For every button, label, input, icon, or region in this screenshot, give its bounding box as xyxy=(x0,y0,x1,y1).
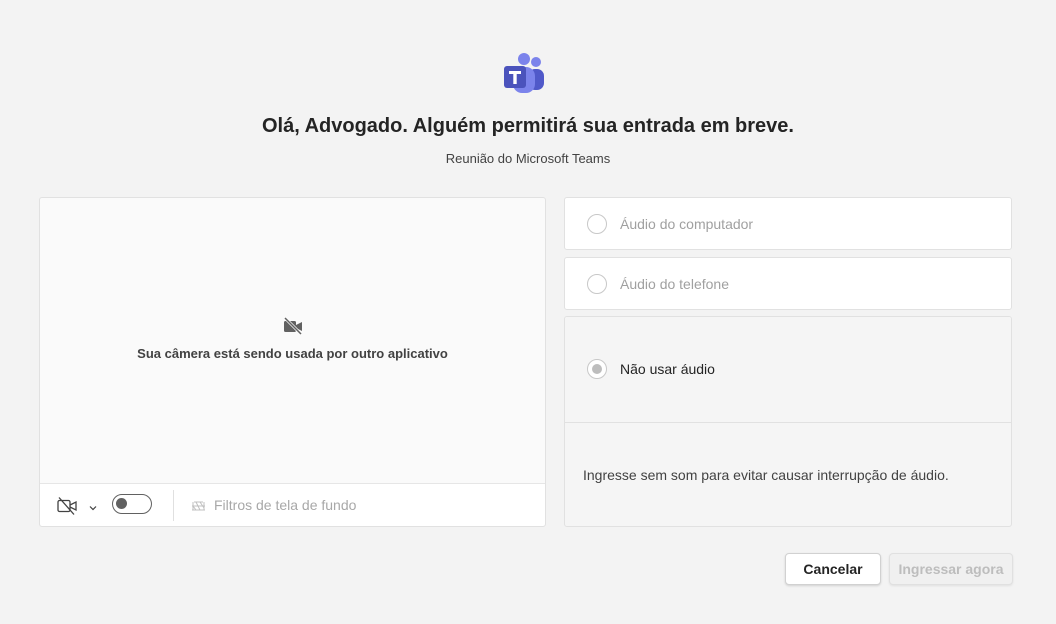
camera-off-icon xyxy=(283,316,302,336)
page-title: Olá, Advogado. Alguém permitirá sua entr… xyxy=(261,115,794,137)
audio-option-none[interactable]: Não usar áudio Ingresse sem som para evi… xyxy=(564,316,1012,527)
meeting-subtitle: Reunião do Microsoft Teams xyxy=(445,151,611,166)
no-audio-description: Ingresse sem som para evitar causar inte… xyxy=(583,467,949,483)
radio-no-audio[interactable] xyxy=(587,359,607,379)
audio-option-computer[interactable]: Áudio do computador xyxy=(564,197,1012,250)
toggle-knob xyxy=(116,498,127,509)
radio-computer-audio[interactable] xyxy=(587,214,607,234)
camera-toggle[interactable] xyxy=(112,494,152,514)
no-audio-header[interactable]: Não usar áudio xyxy=(565,317,1011,423)
audio-option-phone[interactable]: Áudio do telefone xyxy=(564,257,1012,310)
background-effects-icon xyxy=(190,498,207,513)
radio-phone-audio[interactable] xyxy=(587,274,607,294)
camera-message-text: Sua câmera está sendo usada por outro ap… xyxy=(137,346,448,361)
cancel-button[interactable]: Cancelar xyxy=(785,553,881,585)
audio-option-label: Não usar áudio xyxy=(620,361,715,377)
teams-logo-icon xyxy=(503,52,545,94)
video-preview-panel: Sua câmera está sendo usada por outro ap… xyxy=(39,197,546,527)
video-toolbar: Filtros de tela de fundo xyxy=(40,483,545,526)
chevron-down-icon[interactable] xyxy=(88,500,98,511)
camera-unavailable-message: Sua câmera está sendo usada por outro ap… xyxy=(40,316,545,361)
camera-off-icon[interactable] xyxy=(56,496,78,516)
audio-option-label: Áudio do computador xyxy=(620,216,754,232)
join-now-button[interactable]: Ingressar agora xyxy=(889,553,1013,585)
audio-option-label: Áudio do telefone xyxy=(620,276,729,292)
background-filters-button[interactable]: Filtros de tela de fundo xyxy=(214,497,356,513)
toolbar-divider xyxy=(173,490,174,521)
